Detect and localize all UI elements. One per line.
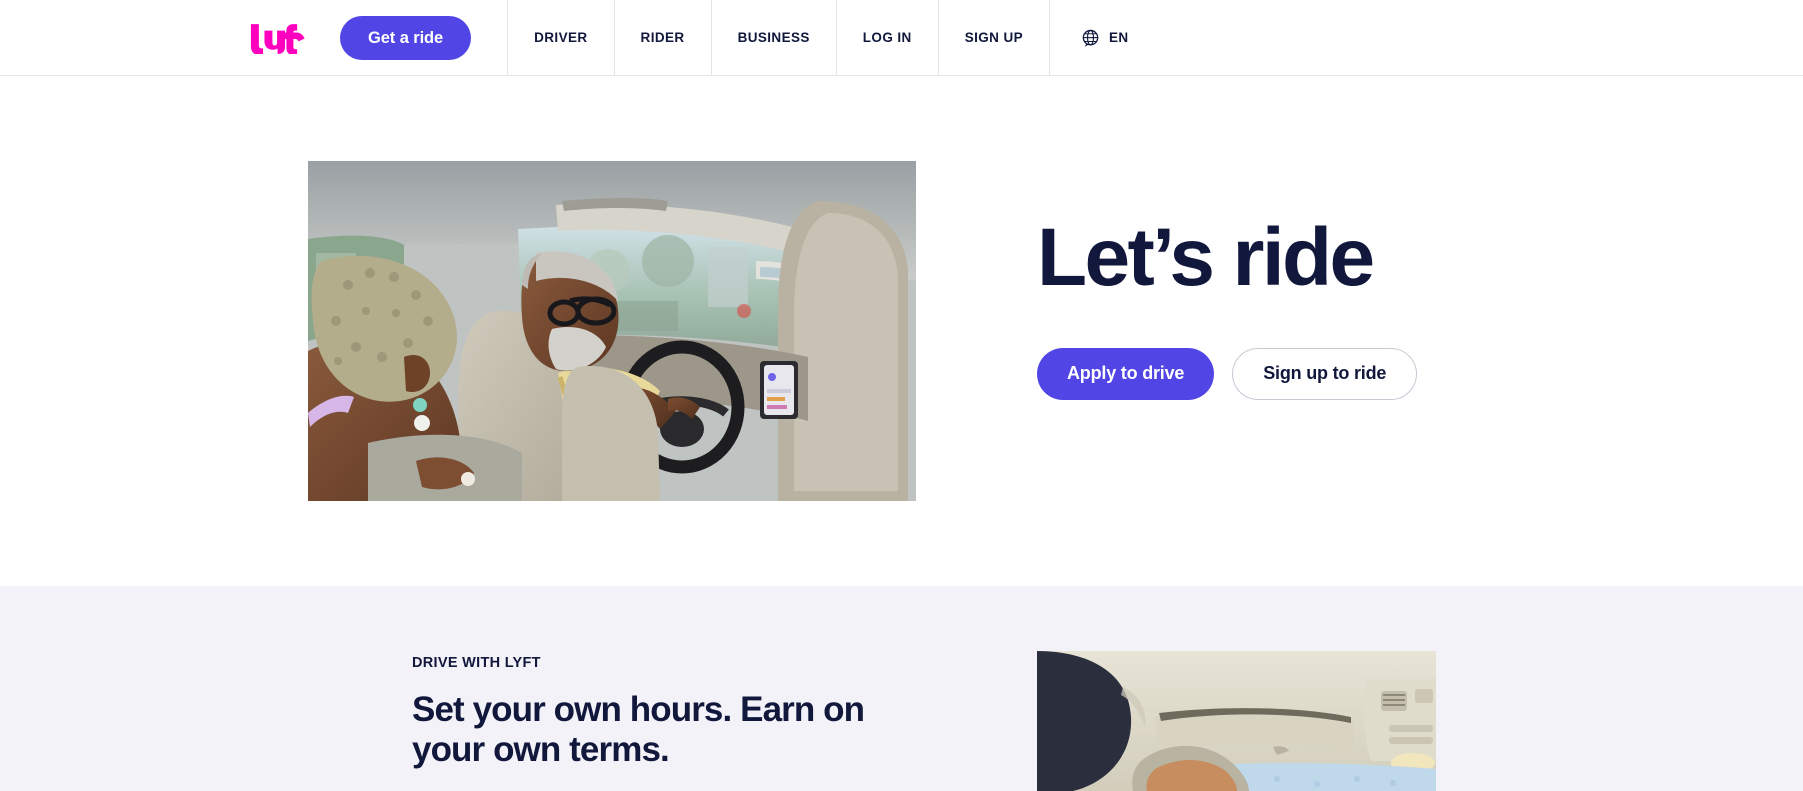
hero-copy: Let’s ride Apply to drive Sign up to rid… bbox=[1037, 161, 1677, 400]
site-header: Get a ride DRIVER RIDER BUSINESS LOG IN … bbox=[0, 0, 1803, 76]
hero-image bbox=[308, 161, 916, 501]
apply-to-drive-button[interactable]: Apply to drive bbox=[1037, 347, 1215, 400]
nav-item-business[interactable]: BUSINESS bbox=[710, 0, 836, 75]
hero-title: Let’s ride bbox=[1037, 212, 1375, 303]
nav-item-sign-up[interactable]: SIGN UP bbox=[937, 0, 1049, 75]
lyft-logo-link[interactable] bbox=[250, 22, 306, 54]
drive-image bbox=[1037, 651, 1436, 791]
nav-item-rider[interactable]: RIDER bbox=[613, 0, 711, 75]
language-label: EN bbox=[1109, 30, 1129, 45]
globe-icon bbox=[1082, 29, 1099, 47]
header-spacer bbox=[306, 0, 340, 75]
hero-actions: Apply to drive Sign up to ride bbox=[1037, 347, 1677, 400]
hero-section: Let’s ride Apply to drive Sign up to rid… bbox=[0, 76, 1803, 586]
hero-photo-illustration bbox=[308, 161, 916, 501]
logo-zone bbox=[0, 0, 306, 75]
drive-photo-illustration bbox=[1037, 651, 1436, 791]
get-a-ride-button[interactable]: Get a ride bbox=[340, 15, 472, 60]
primary-navigation: Get a ride DRIVER RIDER BUSINESS LOG IN … bbox=[340, 0, 1155, 75]
language-selector[interactable]: EN bbox=[1049, 0, 1155, 75]
drive-with-lyft-section: DRIVE WITH LYFT Set your own hours. Earn… bbox=[0, 586, 1803, 791]
drive-heading: Set your own hours. Earn on your own ter… bbox=[412, 690, 865, 769]
lyft-logo bbox=[250, 23, 305, 54]
nav-item-driver[interactable]: DRIVER bbox=[507, 0, 613, 75]
drive-copy: DRIVE WITH LYFT Set your own hours. Earn… bbox=[412, 655, 932, 769]
drive-eyebrow: DRIVE WITH LYFT bbox=[412, 655, 541, 671]
nav-item-log-in[interactable]: LOG IN bbox=[835, 0, 938, 75]
get-a-ride-cta-wrap: Get a ride bbox=[340, 0, 507, 75]
sign-up-to-ride-button[interactable]: Sign up to ride bbox=[1232, 347, 1418, 400]
